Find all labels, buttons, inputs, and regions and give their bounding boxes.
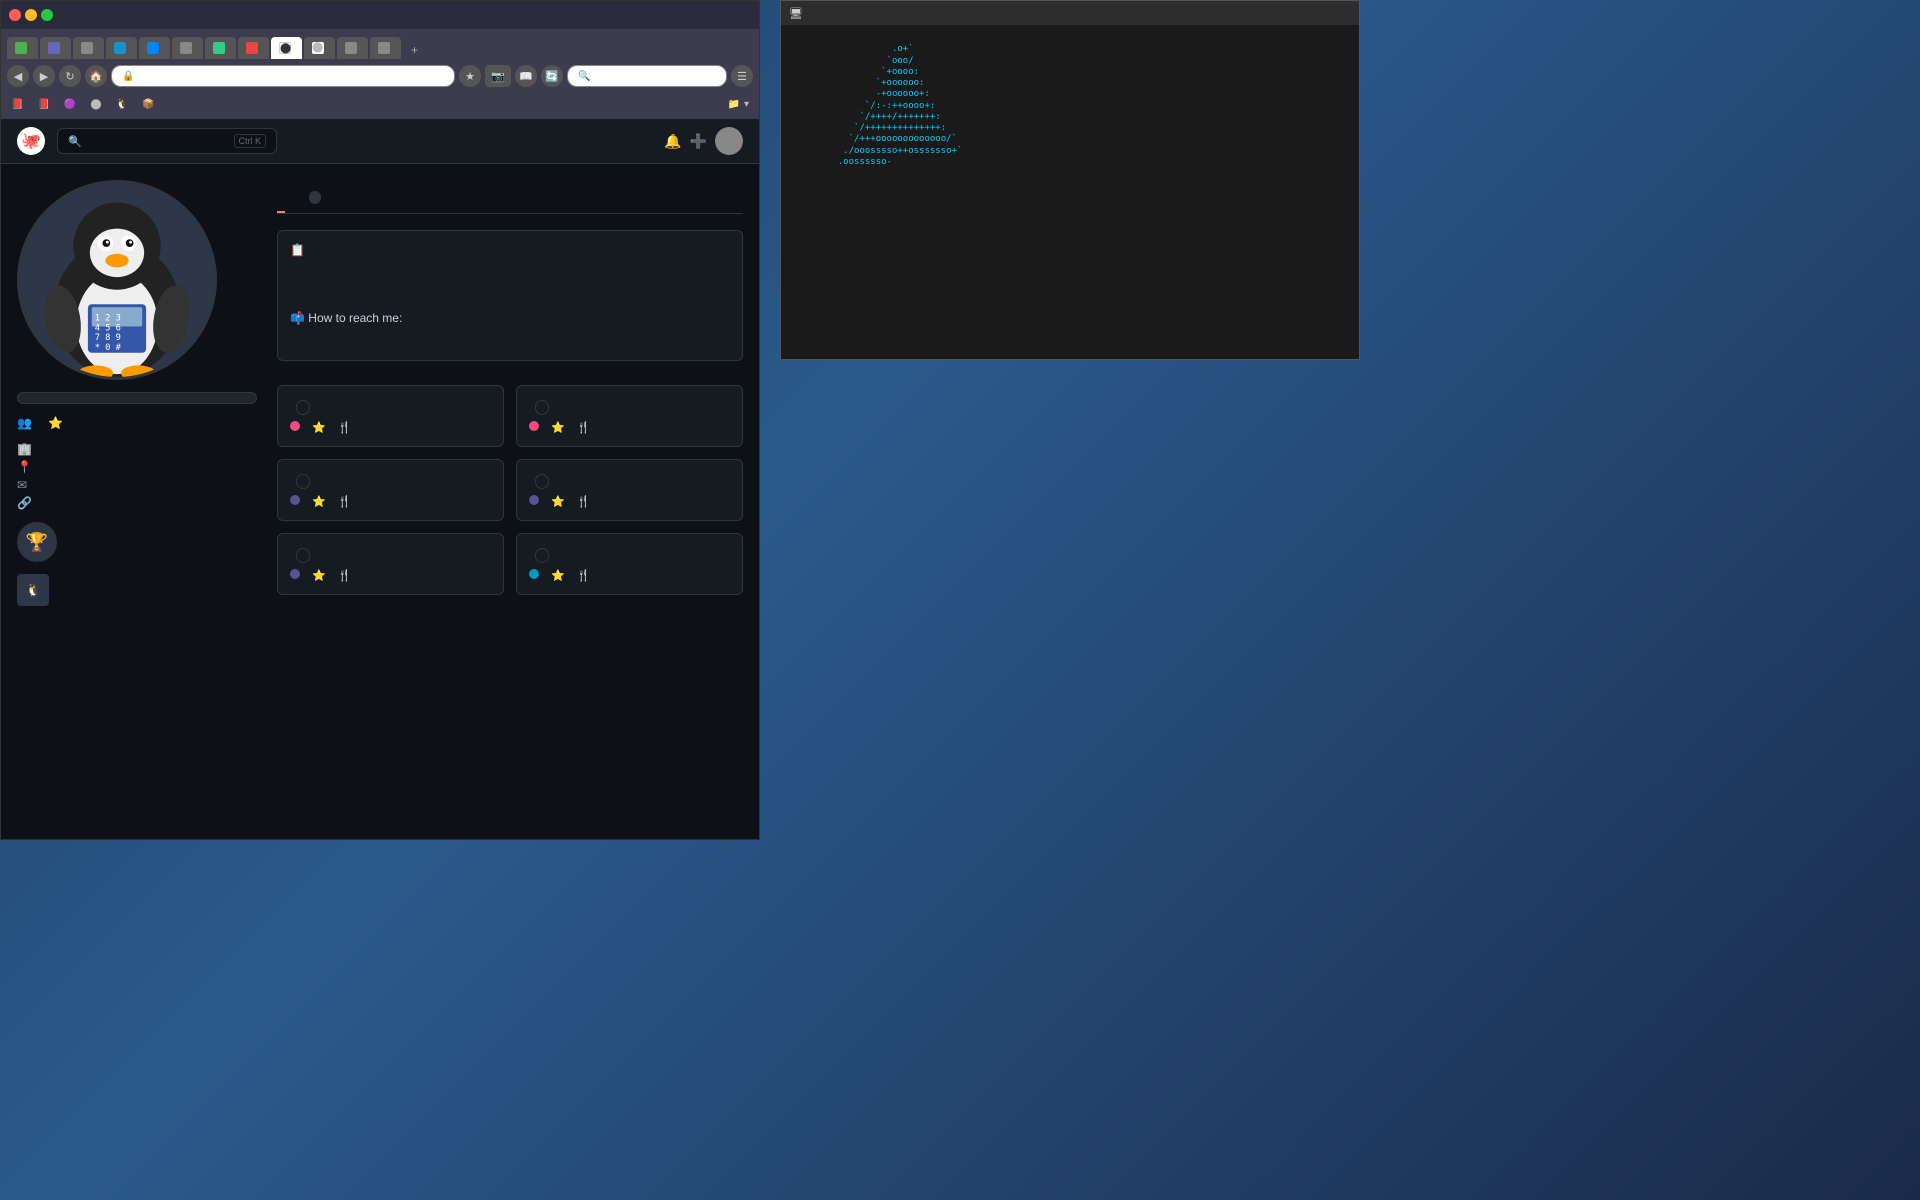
notifications-icon[interactable]: 🔔 [664,133,681,150]
tab-xde[interactable] [370,37,401,59]
url-bar[interactable]: 🔒 [111,65,455,87]
readme-item-6 [290,332,730,340]
win-min-button[interactable] [25,9,37,21]
bookmark-other[interactable]: 📁 ▾ [724,97,753,112]
stars-stat[interactable]: ⭐ [48,416,63,430]
browser-toolbar: ⬤ ⬤ + ◀ ▶ ↻ 🏠 🔒 ★ 📷 📖 🔄 � [1,29,759,119]
github-nav-right: 🔔 ➕ [664,127,743,155]
readme-item-1 [290,273,730,281]
org-badge[interactable]: 🐧 [17,574,49,606]
bookmarks-bar: 📕 📕 🟣 ⬤ 🐧 [7,93,753,115]
github-body: 1 2 3 4 5 6 7 8 9 * 0 # 👥 [1,164,759,764]
bookmark-getting-started-2[interactable]: 📕 [33,97,55,112]
tab-aur[interactable] [106,37,137,59]
desktop: ⬤ ⬤ + ◀ ▶ ↻ 🏠 🔒 ★ 📷 📖 🔄 � [0,0,1920,1200]
org-info: 🏢 [17,442,257,456]
readme-item-5: 📫 How to reach me: [290,305,730,332]
back-button[interactable]: ◀ [7,65,29,87]
achievements-section: 🏆 [17,522,257,562]
reader-btn[interactable]: 📖 [515,65,537,87]
menu-btn[interactable]: ☰ [731,65,753,87]
tab-projects[interactable] [341,180,349,213]
browser-tabs: ⬤ ⬤ + [7,33,753,59]
repos-section: ⭐ 🍴 ⭐ 🍴 [277,373,743,595]
screenshot-btn[interactable]: 📷 [485,65,511,87]
window-controls[interactable] [9,9,53,21]
repo-card-xdm: ⭐ 🍴 [277,533,504,595]
tab-meas[interactable] [73,37,104,59]
readme-item-3 [290,289,730,297]
tab-repositories[interactable] [301,180,325,213]
terminal-titlebar: 🖥 [781,1,1359,25]
bookmark-aur[interactable]: 🐧 [112,97,134,112]
readme-item-7 [290,340,730,348]
tab-mess[interactable] [139,37,170,59]
github-search[interactable]: 🔍 Ctrl K [57,128,277,154]
repo-grid: ⭐ 🍴 ⭐ 🍴 [277,385,743,595]
new-tab-btn[interactable]: + [403,41,426,59]
tab-notif[interactable] [172,37,203,59]
bookmark-btn[interactable]: ★ [459,65,481,87]
svg-text:7 8 9: 7 8 9 [95,333,121,343]
search-bar[interactable]: 🔍 [567,65,727,87]
tux-penguin: 1 2 3 4 5 6 7 8 9 * 0 # [20,180,214,380]
readme-item-0 [290,265,730,273]
profile-info: 🏢 📍 ✉ 🔗 [17,442,257,510]
github-logo[interactable]: 🐙 [17,127,45,155]
terminal-window: 🖥 .o+` `ooo/ `+oooo: `+oooooo: -+oooooo+… [780,0,1360,360]
win-close-button[interactable] [9,9,21,21]
tab-your[interactable]: ⬤ [304,37,335,59]
tab-nas[interactable] [205,37,236,59]
neofetch-art: .o+` `ooo/ `+oooo: `+oooooo: -+oooooo+: … [789,33,1009,168]
achievement-badge: 🏆 [17,522,57,562]
tab-telus[interactable] [40,37,71,59]
profile-sidebar: 1 2 3 4 5 6 7 8 9 * 0 # 👥 [17,180,257,748]
profile-stats: 👥 ⭐ [17,416,257,430]
readme-item-4 [290,297,730,305]
firefox-window: ⬤ ⬤ + ◀ ▶ ↻ 🏠 🔒 ★ 📷 📖 🔄 � [0,0,760,840]
profile-avatar: 1 2 3 4 5 6 7 8 9 * 0 # [17,180,217,380]
tab-fitbit[interactable] [7,37,38,59]
browser-nav: ◀ ▶ ↻ 🏠 🔒 ★ 📷 📖 🔄 🔍 ☰ [7,61,753,91]
svg-text:* 0 #: * 0 # [95,343,122,353]
repo-card-lcewm: ⭐ 🍴 [277,385,504,447]
tab-packages[interactable] [365,180,373,213]
readme-item-2 [290,281,730,289]
svg-text:1 2 3: 1 2 3 [95,314,121,324]
terminal-body: .o+` `ooo/ `+oooo: `+oooooo: -+oooooo+: … [781,25,1359,359]
profile-tabs [277,180,743,214]
readme-title: 📋 [290,243,730,257]
repo-card-perlpanel: ⭐ 🍴 [516,533,743,595]
reload-button[interactable]: ↻ [59,65,81,87]
user-avatar[interactable] [715,127,743,155]
win-max-button[interactable] [41,9,53,21]
github-header: 🐙 🔍 Ctrl K 🔔 ➕ [1,119,759,164]
github-content: 🐙 🔍 Ctrl K 🔔 ➕ [1,119,759,839]
email-info[interactable]: ✉ [17,478,257,492]
tab-depl[interactable] [337,37,368,59]
tab-bidu[interactable]: ⬤ [271,37,302,59]
bookmark-bbidulock[interactable]: ⬤ [86,97,107,112]
tab-tvli[interactable] [238,37,269,59]
bookmark-yahoo[interactable]: 🟣 [60,97,82,112]
firefox-titlebar [1,1,759,29]
svg-text:4 5 6: 4 5 6 [95,323,121,333]
bookmark-getting-started-1[interactable]: 📕 [7,97,29,112]
readme-box: 📋 📫 How to reach me: [277,230,743,361]
edit-profile-button[interactable] [17,392,257,404]
location-info: 📍 [17,460,257,474]
website-info[interactable]: 🔗 [17,496,257,510]
sync-btn[interactable]: 🔄 [541,65,563,87]
bookmark-realtek[interactable]: 📦 [138,97,160,112]
tab-overview[interactable] [277,180,285,213]
followers-stat[interactable]: 👥 [17,416,32,430]
repo-card-adwm: ⭐ 🍴 [277,459,504,521]
repo-card-blackboxwm: ⭐ 🍴 [516,385,743,447]
home-button[interactable]: 🏠 [85,65,107,87]
orgs-section: 🐧 [17,574,257,606]
repo-card-mcwm: ⭐ 🍴 [516,459,743,521]
forward-button[interactable]: ▶ [33,65,55,87]
profile-main: 📋 📫 How to reach me: [257,180,743,748]
plus-icon[interactable]: ➕ [690,133,707,150]
